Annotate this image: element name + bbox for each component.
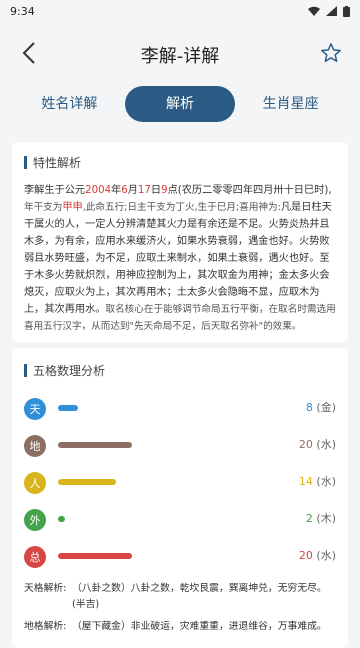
wifi-icon — [308, 6, 320, 16]
wuge-row: 总 20 (水) — [24, 538, 336, 575]
tab-analysis[interactable]: 解析 — [124, 86, 236, 122]
wuge-element: (水) — [316, 438, 336, 451]
wuge-badge: 外 — [24, 508, 46, 531]
wuge-badge: 地 — [24, 434, 46, 457]
signal-icon — [326, 6, 337, 16]
characteristic-card: 特性解析 李解生于公元2004年6月17日9点(农历二零零四年四月卅十日巳时),… — [12, 142, 348, 342]
wuge-value: 20 (水) — [299, 436, 336, 452]
wuge-element: (水) — [316, 549, 336, 562]
wuge-number: 20 — [298, 438, 313, 451]
wuge-bar — [58, 479, 117, 485]
section-marker — [24, 363, 27, 377]
tab-zodiac[interactable]: 生肖星座 — [235, 86, 346, 122]
star-icon — [321, 43, 341, 62]
wuge-bar — [58, 405, 79, 411]
wuge-element: (水) — [316, 475, 336, 488]
wuge-row: 地 20 (水) — [24, 427, 336, 464]
wuge-number: 20 — [298, 549, 313, 562]
wuge-bar-track — [58, 442, 282, 448]
wuge-card: 五格数理分析 天 8 (金) 地 20 (水) 人 14 (水) 外 2 (木) 总 20 (水)… — [12, 348, 348, 648]
wuge-element: (金) — [316, 401, 336, 414]
wuge-badge: 天 — [24, 397, 46, 420]
battery-icon — [343, 5, 350, 17]
wuge-value: 2 (木) — [306, 510, 336, 526]
section-title: 特性解析 — [33, 155, 82, 170]
wuge-row: 人 14 (水) — [24, 464, 336, 501]
wuge-row: 外 2 (木) — [24, 501, 336, 538]
section-header: 特性解析 — [24, 142, 336, 182]
tab-bar: 姓名详解 解析 生肖星座 — [14, 84, 346, 124]
analysis-text: 年干支为甲申,此命五行;日主干支为丁火,生于巳月;喜用神为:凡是日柱天干属火的人… — [24, 202, 336, 332]
section-header: 五格数理分析 — [24, 350, 336, 390]
tiange-text: （八卦之数）八卦之数，乾坎艮震，巽离坤兑，无穷无尽。(半吉) — [72, 583, 327, 610]
tiange-description: 天格解析: （八卦之数）八卦之数，乾坎艮震，巽离坤兑，无穷无尽。(半吉) — [24, 581, 336, 613]
wuge-number: 14 — [298, 475, 313, 488]
wuge-badge: 总 — [24, 545, 46, 568]
dige-text: （屋下藏金）非业破运，灾难重重，进退维谷，万事难成。 — [72, 621, 327, 632]
wuge-row: 天 8 (金) — [24, 390, 336, 427]
wuge-list: 天 8 (金) 地 20 (水) 人 14 (水) 外 2 (木) 总 20 (水) — [24, 390, 336, 575]
section-marker — [24, 155, 27, 169]
app-header: 李解-详解 — [0, 30, 360, 78]
wuge-bar — [58, 516, 65, 522]
status-time: 9:34 — [10, 4, 35, 18]
wuge-badge: 人 — [24, 471, 46, 494]
wuge-bar-track — [58, 553, 282, 559]
page-title: 李解-详解 — [140, 46, 220, 67]
favorite-button[interactable] — [316, 38, 346, 68]
wuge-bar — [58, 442, 132, 448]
wuge-element: (木) — [316, 512, 336, 525]
tab-name-detail[interactable]: 姓名详解 — [14, 86, 125, 122]
birth-info: 李解生于公元2004年6月17日9点(农历二零零四年四月卅十日巳时), — [24, 185, 332, 196]
wuge-value: 14 (水) — [299, 473, 336, 489]
dige-label: 地格解析: — [24, 621, 67, 632]
wuge-value: 20 (水) — [299, 547, 336, 563]
status-bar: 9:34 — [0, 0, 360, 22]
wuge-number: 8 — [305, 401, 313, 414]
tiange-label: 天格解析: — [24, 583, 67, 594]
wuge-bar — [58, 553, 132, 559]
wuge-bar-track — [58, 479, 282, 485]
wuge-bar-track — [58, 516, 282, 522]
wuge-number: 2 — [305, 512, 313, 525]
dige-description: 地格解析: （屋下藏金）非业破运，灾难重重，进退维谷，万事难成。 — [24, 619, 336, 635]
wuge-value: 8 (金) — [306, 399, 336, 415]
wuge-bar-track — [58, 405, 282, 411]
section-title: 五格数理分析 — [33, 363, 106, 378]
status-icons — [308, 5, 350, 17]
